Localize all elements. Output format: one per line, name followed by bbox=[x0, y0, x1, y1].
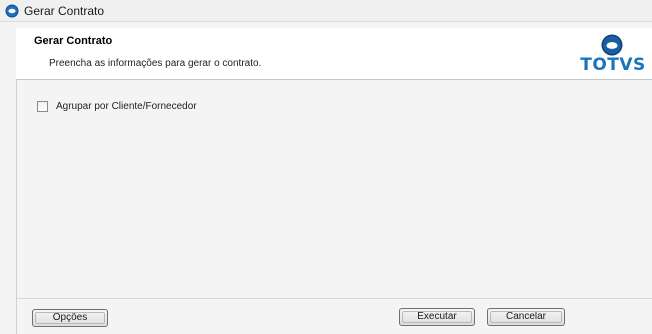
opcoes-button[interactable]: Opções bbox=[32, 309, 108, 327]
cancelar-button-label: Cancelar bbox=[505, 311, 547, 322]
form-area: Agrupar por Cliente/Fornecedor bbox=[16, 80, 652, 298]
agrupar-checkbox[interactable] bbox=[37, 101, 48, 112]
window-title: Gerar Contrato bbox=[24, 4, 105, 18]
totvs-logo-icon bbox=[5, 4, 19, 18]
logo-text: TOTVS bbox=[580, 55, 646, 75]
totvs-logo: TOTVS bbox=[578, 32, 648, 76]
page-title: Gerar Contrato bbox=[34, 35, 113, 47]
executar-button[interactable]: Executar bbox=[399, 308, 475, 326]
opcoes-button-label: Opções bbox=[52, 312, 88, 323]
button-bar: Opções Executar Cancelar bbox=[16, 298, 652, 334]
gerar-contrato-window: Gerar Contrato Gerar Contrato Preencha a… bbox=[0, 0, 652, 334]
agrupar-label[interactable]: Agrupar por Cliente/Fornecedor bbox=[56, 100, 197, 113]
executar-button-label: Executar bbox=[417, 311, 457, 322]
totvs-circle-icon bbox=[601, 34, 623, 56]
wizard-header: Gerar Contrato Preencha as informações p… bbox=[16, 28, 652, 80]
title-bar[interactable]: Gerar Contrato bbox=[0, 0, 652, 22]
page-subtitle: Preencha as informações para gerar o con… bbox=[49, 58, 262, 69]
cancelar-button[interactable]: Cancelar bbox=[487, 308, 565, 326]
